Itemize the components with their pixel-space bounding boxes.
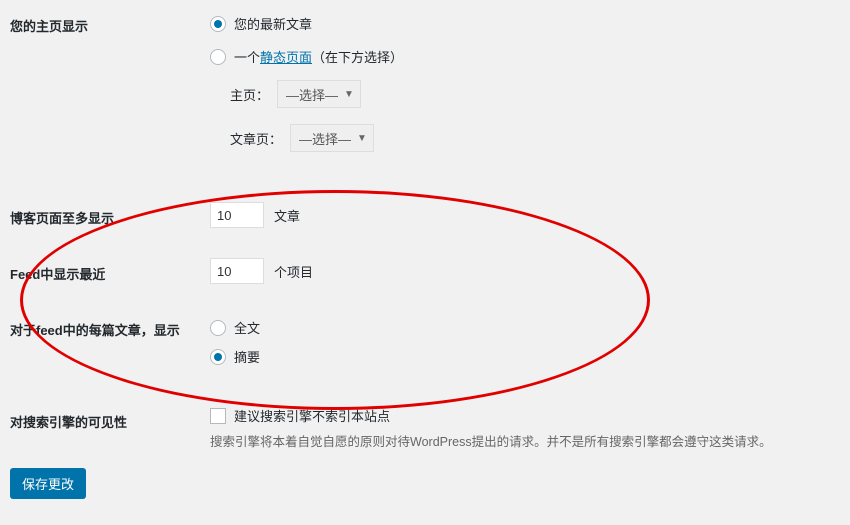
checkbox-label: 建议搜索引擎不索引本站点 [234,406,390,425]
radio-option-latest-posts[interactable]: 您的最新文章 [210,14,840,33]
chevron-down-icon: ▼ [357,133,367,144]
static-page-link[interactable]: 静态页面 [260,50,312,65]
posts-page-select[interactable]: —选择— ▼ [290,124,374,152]
row-feed-items-max: Feed中显示最近 个项目 [0,238,850,294]
front-page-select-label: 主页： [230,85,269,104]
select-value: —选择— [286,85,338,104]
radio-icon [210,320,226,336]
radio-label: 摘要 [234,347,260,366]
radio-label: 全文 [234,318,260,337]
select-value: —选择— [299,129,351,148]
radio-option-static-page[interactable]: 一个静态页面（在下方选择） [210,47,840,66]
blog-pages-max-input[interactable] [210,202,264,228]
label-search-visibility: 对搜索引擎的可见性 [10,406,210,431]
checkbox-option-discourage-search[interactable]: 建议搜索引擎不索引本站点 [210,406,840,425]
blog-pages-max-unit: 文章 [274,206,300,225]
label-feed-article-display: 对于feed中的每篇文章，显示 [10,314,210,339]
posts-page-select-label: 文章页： [230,129,282,148]
front-page-select[interactable]: —选择— ▼ [277,80,361,108]
row-feed-article-display: 对于feed中的每篇文章，显示 全文 摘要 [0,294,850,380]
radio-icon [210,349,226,365]
save-button[interactable]: 保存更改 [10,468,86,499]
label-feed-items-max: Feed中显示最近 [10,258,210,283]
posts-page-select-row: 文章页： —选择— ▼ [230,124,840,152]
radio-label: 您的最新文章 [234,14,312,33]
row-search-visibility: 对搜索引擎的可见性 建议搜索引擎不索引本站点 搜索引擎将本着自觉自愿的原则对待W… [0,380,850,462]
label-homepage-displays: 您的主页显示 [10,10,210,35]
row-homepage-displays: 您的主页显示 您的最新文章 一个静态页面（在下方选择） 主页： —选择— ▼ [0,0,850,178]
radio-label: 一个静态页面（在下方选择） [234,47,403,66]
front-page-select-row: 主页： —选择— ▼ [230,80,840,108]
feed-items-max-unit: 个项目 [274,262,313,281]
radio-icon [210,49,226,65]
radio-option-full-text[interactable]: 全文 [210,318,840,337]
row-blog-pages-max: 博客页面至多显示 文章 [0,178,850,238]
label-blog-pages-max: 博客页面至多显示 [10,202,210,227]
checkbox-icon [210,408,226,424]
radio-option-summary[interactable]: 摘要 [210,347,840,366]
search-visibility-description: 搜索引擎将本着自觉自愿的原则对待WordPress提出的请求。并不是所有搜索引擎… [210,433,840,452]
radio-icon [210,16,226,32]
chevron-down-icon: ▼ [344,89,354,100]
feed-items-max-input[interactable] [210,258,264,284]
